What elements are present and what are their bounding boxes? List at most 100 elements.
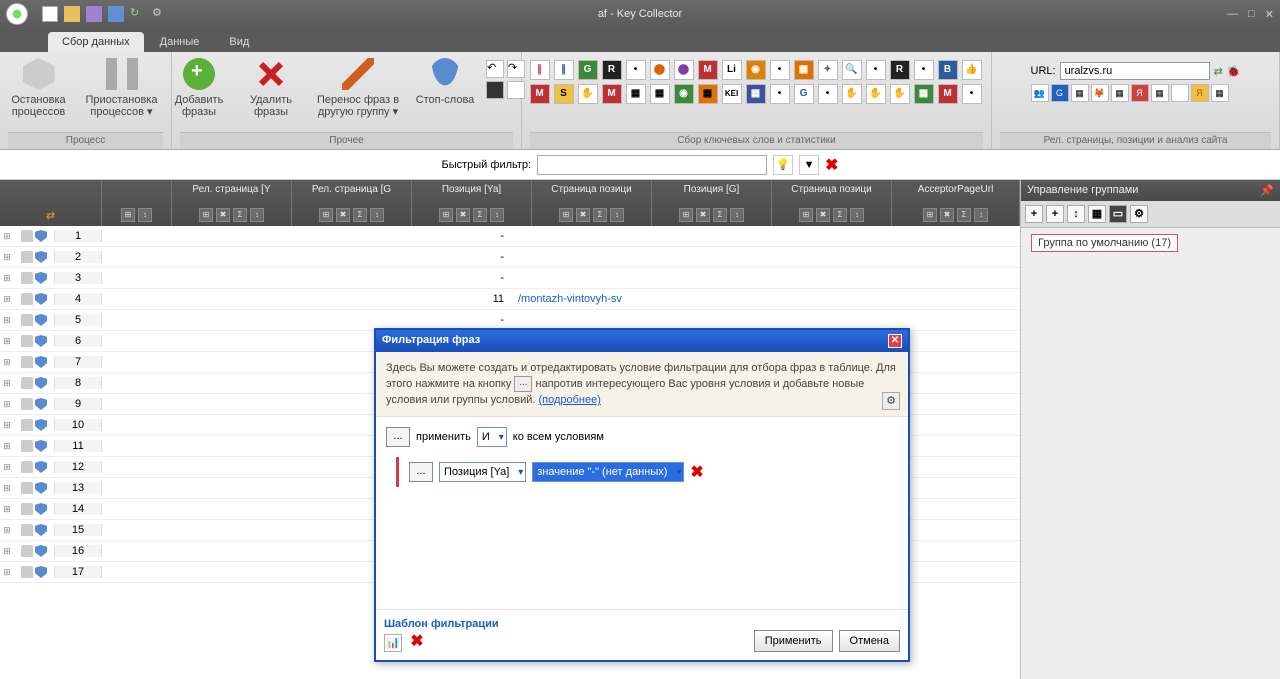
url-bug-icon[interactable]: 🐞 — [1227, 65, 1241, 78]
expand-icon[interactable]: ⊞ — [0, 357, 14, 368]
dialog-close-button[interactable]: ✕ — [888, 334, 902, 348]
ci-24[interactable]: ▦ — [626, 84, 646, 104]
ci-35[interactable]: ✋ — [890, 84, 910, 104]
ci-7[interactable]: ⬤ — [674, 60, 694, 80]
gt-add[interactable]: + — [1025, 205, 1043, 223]
template-chart-icon[interactable]: 📊 — [384, 634, 402, 652]
ci-29[interactable]: ▦ — [746, 84, 766, 104]
quick-filter-input[interactable] — [537, 155, 767, 175]
ci-4[interactable]: R — [602, 60, 622, 80]
ci-21[interactable]: S — [554, 84, 574, 104]
gt-4[interactable]: ▦ — [1088, 205, 1106, 223]
ci-31[interactable]: G — [794, 84, 814, 104]
cond-dots-button[interactable]: ... — [409, 462, 433, 482]
table-row[interactable]: ⊞411/montazh-vintovyh-sv — [0, 289, 1020, 310]
expand-icon[interactable]: ⊞ — [0, 399, 14, 410]
ci-17[interactable]: • — [914, 60, 934, 80]
si-7[interactable]: ▦ — [1151, 84, 1169, 102]
si-3[interactable]: ▦ — [1071, 84, 1089, 102]
tab-collect[interactable]: Сбор данных — [48, 32, 144, 52]
ci-38[interactable]: • — [962, 84, 982, 104]
ci-14[interactable]: 🔍 — [842, 60, 862, 80]
stop-words-button[interactable]: Стоп-слова — [414, 56, 476, 106]
tab-data[interactable]: Данные — [146, 32, 214, 52]
clear-filter-button[interactable]: ✖ — [825, 155, 838, 175]
ci-18[interactable]: B — [938, 60, 958, 80]
apply-button[interactable]: Применить — [754, 630, 833, 652]
gt-add2[interactable]: + — [1046, 205, 1064, 223]
delete-condition-button[interactable]: ✖ — [690, 462, 703, 482]
gt-sort[interactable]: ↕ — [1067, 205, 1085, 223]
si-10[interactable]: ▦ — [1211, 84, 1229, 102]
expand-icon[interactable]: ⊞ — [0, 441, 14, 452]
more-link[interactable]: (подробнее) — [538, 394, 600, 406]
ci-37[interactable]: M — [938, 84, 958, 104]
template-delete-icon[interactable]: ✖ — [408, 634, 426, 652]
open-icon[interactable] — [64, 6, 80, 22]
expand-icon[interactable]: ⊞ — [0, 252, 14, 263]
ci-2[interactable]: ∥ — [554, 60, 574, 80]
small-tool-1[interactable]: ↶ — [486, 60, 504, 78]
si-4[interactable]: 🦊 — [1091, 84, 1109, 102]
tab-view[interactable]: Вид — [215, 32, 263, 52]
tool-icon-2[interactable] — [108, 6, 124, 22]
si-9[interactable]: Я — [1191, 84, 1209, 102]
move-phrases-button[interactable]: Перенос фраз в другую группу ▾ — [312, 56, 404, 118]
expand-icon[interactable]: ⊞ — [0, 420, 14, 431]
ci-8[interactable]: M — [698, 60, 718, 80]
ci-26[interactable]: ◉ — [674, 84, 694, 104]
minimize-button[interactable]: — — [1227, 8, 1238, 21]
ci-28[interactable]: KEI — [722, 84, 742, 104]
pin-icon[interactable]: 📌 — [1260, 184, 1274, 197]
ci-1[interactable]: ∥ — [530, 60, 550, 80]
ci-34[interactable]: ✋ — [866, 84, 886, 104]
expand-icon[interactable]: ⊞ — [0, 462, 14, 473]
new-icon[interactable] — [42, 6, 58, 22]
url-cell[interactable]: /montazh-vintovyh-sv — [512, 293, 692, 305]
url-input[interactable] — [1060, 62, 1210, 80]
expand-icon[interactable]: ⊞ — [0, 315, 14, 326]
ci-30[interactable]: • — [770, 84, 790, 104]
ci-13[interactable]: ✦ — [818, 60, 838, 80]
tree-default-group[interactable]: Группа по умолчанию (17) — [1031, 234, 1178, 252]
bulb-icon[interactable]: 💡 — [773, 155, 793, 175]
ci-25[interactable]: ▦ — [650, 84, 670, 104]
logic-select[interactable]: И — [477, 427, 507, 447]
value-select[interactable]: значение "-" (нет данных) — [532, 462, 684, 482]
small-tool-3[interactable] — [486, 81, 504, 99]
stop-processes-button[interactable]: Остановка процессов — [8, 56, 70, 118]
expand-icon[interactable]: ⊞ — [0, 546, 14, 557]
expand-icon[interactable]: ⊞ — [0, 525, 14, 536]
expand-icon[interactable]: ⊞ — [0, 294, 14, 305]
ci-12[interactable]: ▦ — [794, 60, 814, 80]
field-select[interactable]: Позиция [Ya] — [439, 462, 526, 482]
cancel-button[interactable]: Отмена — [839, 630, 900, 652]
ht-a[interactable]: ⊞ — [121, 208, 135, 222]
ht-b[interactable]: ↕ — [138, 208, 152, 222]
ci-36[interactable]: ▦ — [914, 84, 934, 104]
funnel-icon[interactable]: ▼ — [799, 155, 819, 175]
expand-icon[interactable]: ⊞ — [0, 567, 14, 578]
url-go-icon[interactable]: ⇄ — [1214, 65, 1223, 78]
refresh-icon[interactable]: ↻ — [130, 6, 146, 22]
table-row[interactable]: ⊞1- — [0, 226, 1020, 247]
ci-23[interactable]: M — [602, 84, 622, 104]
ci-27[interactable]: ▦ — [698, 84, 718, 104]
ci-10[interactable]: ◉ — [746, 60, 766, 80]
si-1[interactable]: 👥 — [1031, 84, 1049, 102]
settings-icon[interactable]: ⚙ — [152, 6, 168, 22]
ci-32[interactable]: • — [818, 84, 838, 104]
tool-icon-1[interactable] — [86, 6, 102, 22]
gt-5[interactable]: ▭ — [1109, 205, 1127, 223]
swap-icon[interactable]: ⇄ — [46, 209, 55, 222]
ci-3[interactable]: G — [578, 60, 598, 80]
gt-6[interactable]: ⚙ — [1130, 205, 1148, 223]
expand-icon[interactable]: ⊞ — [0, 504, 14, 515]
si-2[interactable]: G — [1051, 84, 1069, 102]
delete-phrases-button[interactable]: Удалить фразы — [240, 56, 302, 118]
dialog-settings-icon[interactable]: ⚙ — [882, 392, 900, 410]
ci-19[interactable]: 👍 — [962, 60, 982, 80]
si-8[interactable] — [1171, 84, 1189, 102]
ci-6[interactable]: ⬤ — [650, 60, 670, 80]
maximize-button[interactable]: □ — [1248, 8, 1255, 21]
